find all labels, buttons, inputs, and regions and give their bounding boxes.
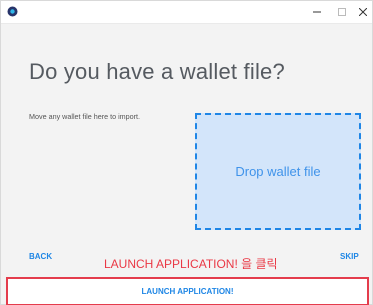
title-bar[interactable]: [1, 1, 372, 24]
app-logo-icon: [7, 6, 18, 17]
close-icon: [359, 8, 367, 16]
dropzone-label: Drop wallet file: [235, 164, 321, 179]
launch-application-label: LAUNCH APPLICATION!: [141, 287, 234, 296]
minimize-icon: [313, 11, 321, 13]
launch-application-button[interactable]: LAUNCH APPLICATION!: [6, 277, 369, 305]
close-button[interactable]: [350, 1, 373, 23]
instruction-annotation: LAUNCH APPLICATION! 을 클릭: [104, 257, 278, 271]
back-button[interactable]: BACK: [29, 252, 52, 261]
wallet-file-dropzone[interactable]: Drop wallet file: [195, 113, 361, 230]
page-title: Do you have a wallet file?: [29, 59, 285, 84]
skip-button[interactable]: SKIP: [340, 252, 359, 261]
minimize-button[interactable]: [304, 1, 330, 23]
app-window: Do you have a wallet file? Move any wall…: [0, 0, 373, 305]
import-instructions: Move any wallet file here to import.: [29, 112, 141, 121]
maximize-icon: [338, 8, 346, 16]
